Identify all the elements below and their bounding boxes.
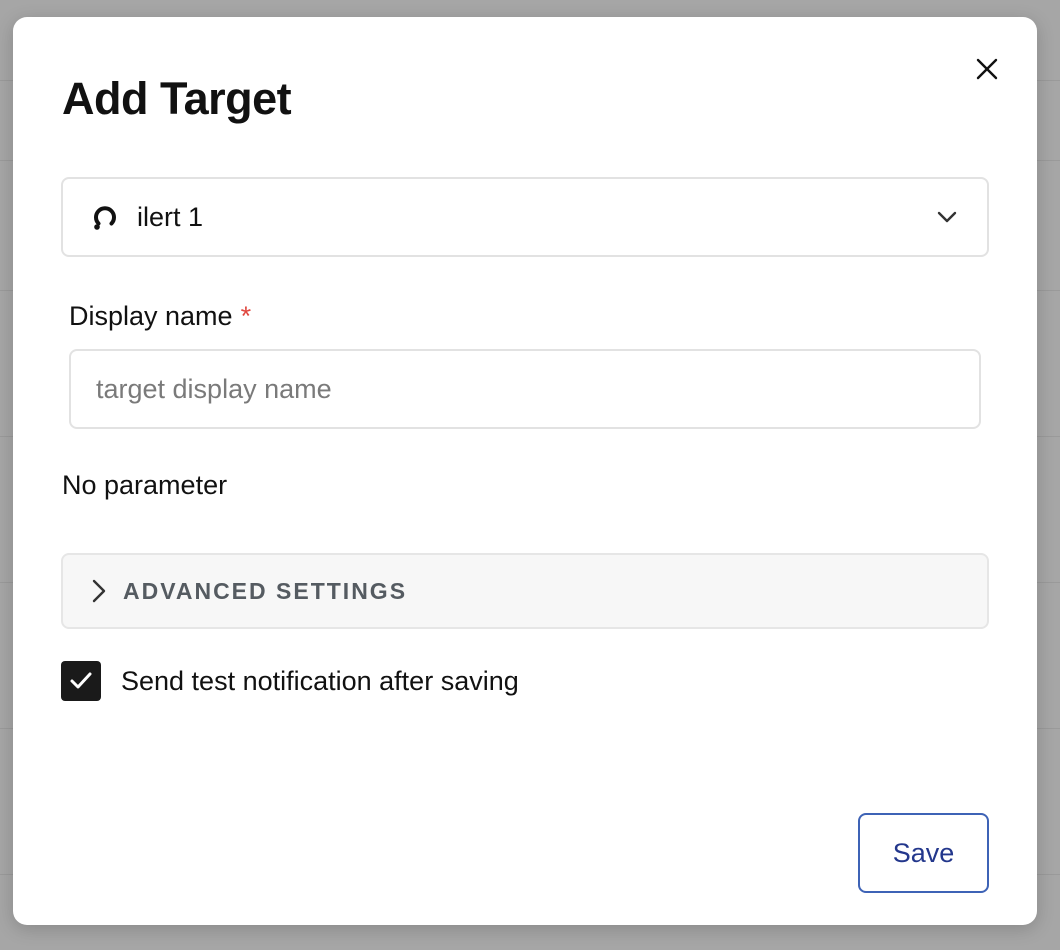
display-name-label-text: Display name [69,301,233,331]
close-icon [976,58,998,80]
save-button[interactable]: Save [858,813,989,893]
ilert-logo-icon [89,201,121,233]
chevron-right-icon [92,579,106,603]
display-name-input[interactable] [69,349,981,429]
test-notification-label: Send test notification after saving [121,665,519,696]
add-target-dialog: Add Target ilert 1 Display name* No para… [13,17,1037,925]
chevron-down-icon [937,211,957,223]
test-notification-checkbox[interactable] [61,661,101,701]
test-notification-option[interactable]: Send test notification after saving [61,661,519,701]
checkmark-icon [70,672,92,689]
dialog-title: Add Target [62,73,292,124]
advanced-settings-label: ADVANCED SETTINGS [123,577,408,604]
no-parameter-text: No parameter [62,470,228,500]
connector-select[interactable]: ilert 1 [61,177,989,257]
required-marker: * [240,301,252,331]
advanced-settings-toggle[interactable]: ADVANCED SETTINGS [61,553,989,629]
close-button[interactable] [973,55,1001,83]
selected-connector: ilert 1 [137,201,204,232]
display-name-label: Display name * [69,301,251,332]
